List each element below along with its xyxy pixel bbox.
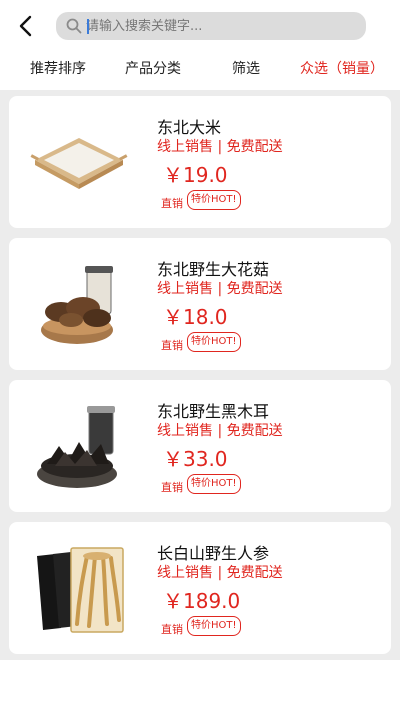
hot-deal-badge: 特价HOT! bbox=[187, 332, 241, 352]
product-name: 东北大米 bbox=[157, 118, 222, 137]
hot-deal-badge: 特价HOT! bbox=[187, 616, 241, 636]
filter-recommended-sort[interactable]: 推荐排序 bbox=[14, 52, 102, 90]
hot-deal-badge: 特价HOT! bbox=[187, 474, 241, 494]
ginseng-image bbox=[37, 547, 124, 633]
product-tags: 线上销售 | 免费配送 bbox=[157, 423, 283, 439]
product-price: ￥18.0 bbox=[163, 305, 228, 329]
product-price: ￥19.0 bbox=[163, 163, 228, 187]
text-cursor bbox=[87, 19, 89, 34]
search-icon bbox=[66, 18, 82, 34]
sales-channel: 直销 bbox=[161, 339, 183, 352]
sales-channel: 直销 bbox=[161, 623, 183, 636]
hot-deal-badge: 特价HOT! bbox=[187, 190, 241, 210]
top-bar bbox=[0, 0, 400, 52]
filter-screen[interactable]: 筛选 bbox=[206, 52, 286, 90]
sales-channel: 直销 bbox=[161, 481, 183, 494]
product-tags: 线上销售 | 免费配送 bbox=[157, 565, 283, 581]
product-tags: 线上销售 | 免费配送 bbox=[157, 139, 283, 155]
product-name: 东北野生黑木耳 bbox=[157, 402, 270, 421]
filter-sales-volume[interactable]: 众选（销量） bbox=[290, 52, 394, 90]
product-card[interactable]: 东北野生黑木耳 线上销售 | 免费配送 ￥33.0 直销 特价HOT! bbox=[9, 380, 391, 512]
rice-image bbox=[30, 138, 128, 189]
product-card[interactable]: 东北大米 线上销售 | 免费配送 ￥19.0 直销 特价HOT! bbox=[9, 96, 391, 228]
back-arrow-icon[interactable] bbox=[14, 12, 40, 40]
product-list: 东北大米 线上销售 | 免费配送 ￥19.0 直销 特价HOT! 东北野生大花菇… bbox=[0, 90, 400, 660]
product-name: 东北野生大花菇 bbox=[157, 260, 270, 279]
search-input[interactable] bbox=[86, 16, 346, 36]
product-card[interactable]: 东北野生大花菇 线上销售 | 免费配送 ￥18.0 直销 特价HOT! bbox=[9, 238, 391, 370]
filter-product-category[interactable]: 产品分类 bbox=[108, 52, 198, 90]
mushroom-image bbox=[41, 266, 113, 344]
filter-bar: 推荐排序 产品分类 筛选 众选（销量） bbox=[0, 52, 400, 90]
product-price: ￥33.0 bbox=[163, 447, 228, 471]
search-bar[interactable] bbox=[56, 12, 366, 40]
black-fungus-image bbox=[37, 406, 117, 488]
product-price: ￥189.0 bbox=[163, 589, 241, 613]
product-name: 长白山野生人参 bbox=[157, 544, 270, 563]
product-tags: 线上销售 | 免费配送 bbox=[157, 281, 283, 297]
product-card[interactable]: 长白山野生人参 线上销售 | 免费配送 ￥189.0 直销 特价HOT! bbox=[9, 522, 391, 654]
sales-channel: 直销 bbox=[161, 197, 183, 210]
